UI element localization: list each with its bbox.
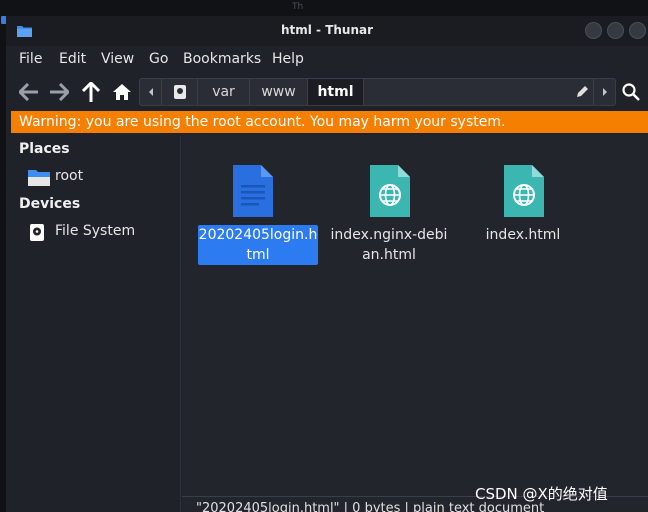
file-view[interactable]: 20202405login.html index.nginx-debian.ht… (182, 135, 648, 512)
menu-edit[interactable]: Edit (59, 51, 86, 67)
crumb-www[interactable]: www (250, 79, 308, 105)
web-document-icon (370, 165, 410, 217)
file-name: index.html (485, 227, 561, 243)
file-name: 20202405login.html (198, 225, 318, 265)
sidebar-item-label: root (55, 168, 84, 184)
drive-icon (30, 224, 44, 241)
window-title: html - Thunar (280, 23, 374, 37)
devices-heading: Devices (19, 196, 81, 212)
sidebar-item-file-system[interactable]: File System (6, 220, 180, 244)
close-button[interactable] (629, 22, 646, 39)
background-window-strip: Th (0, 0, 648, 16)
home-icon (113, 84, 131, 100)
folder-icon (28, 170, 50, 186)
minimize-button[interactable] (585, 22, 602, 39)
sidebar-item-label: File System (55, 223, 136, 239)
background-window-title: Th (292, 2, 304, 12)
drive-icon (173, 85, 186, 99)
location-bar: var www html (139, 78, 616, 106)
sidebar: Places root Devices File System (6, 135, 181, 512)
places-heading: Places (19, 141, 70, 157)
titlebar[interactable]: html - Thunar (6, 16, 648, 46)
crumb-root[interactable] (162, 79, 198, 105)
menu-help[interactable]: Help (272, 51, 304, 67)
edit-location-button[interactable] (568, 79, 596, 105)
crumb-scroll-left[interactable] (140, 79, 162, 105)
watermark: CSDN @X的绝对值 (475, 485, 608, 503)
up-button[interactable] (80, 81, 102, 103)
crumb-scroll-right[interactable] (593, 79, 615, 105)
text-document-icon (233, 165, 273, 217)
home-button[interactable] (111, 81, 133, 103)
crumb-html[interactable]: html (308, 79, 364, 105)
pencil-icon (577, 86, 588, 97)
file-name: index.nginx-debian.html (330, 227, 448, 263)
chevron-left-icon (148, 88, 153, 96)
menu-file[interactable]: File (19, 51, 42, 67)
thunar-window: html - Thunar File Edit View Go Bookmark… (6, 16, 648, 512)
chevron-right-icon (602, 88, 607, 96)
search-button[interactable] (620, 81, 642, 103)
location-entry[interactable] (358, 79, 594, 105)
arrow-right-icon (50, 83, 69, 101)
web-document-icon (504, 165, 544, 217)
arrow-left-icon (19, 83, 38, 101)
toolbar: var www html (6, 75, 648, 109)
search-icon (622, 83, 640, 101)
menubar: File Edit View Go Bookmarks Help (6, 46, 648, 74)
menu-bookmarks[interactable]: Bookmarks (183, 51, 261, 67)
menu-go[interactable]: Go (149, 51, 168, 67)
arrow-up-icon (82, 82, 100, 102)
menu-view[interactable]: View (101, 51, 134, 67)
crumb-var[interactable]: var (198, 79, 250, 105)
back-button[interactable] (18, 81, 40, 103)
root-warning-banner: Warning: you are using the root account.… (11, 111, 648, 133)
maximize-button[interactable] (607, 22, 624, 39)
forward-button[interactable] (48, 81, 70, 103)
sidebar-item-root[interactable]: root (6, 165, 180, 189)
